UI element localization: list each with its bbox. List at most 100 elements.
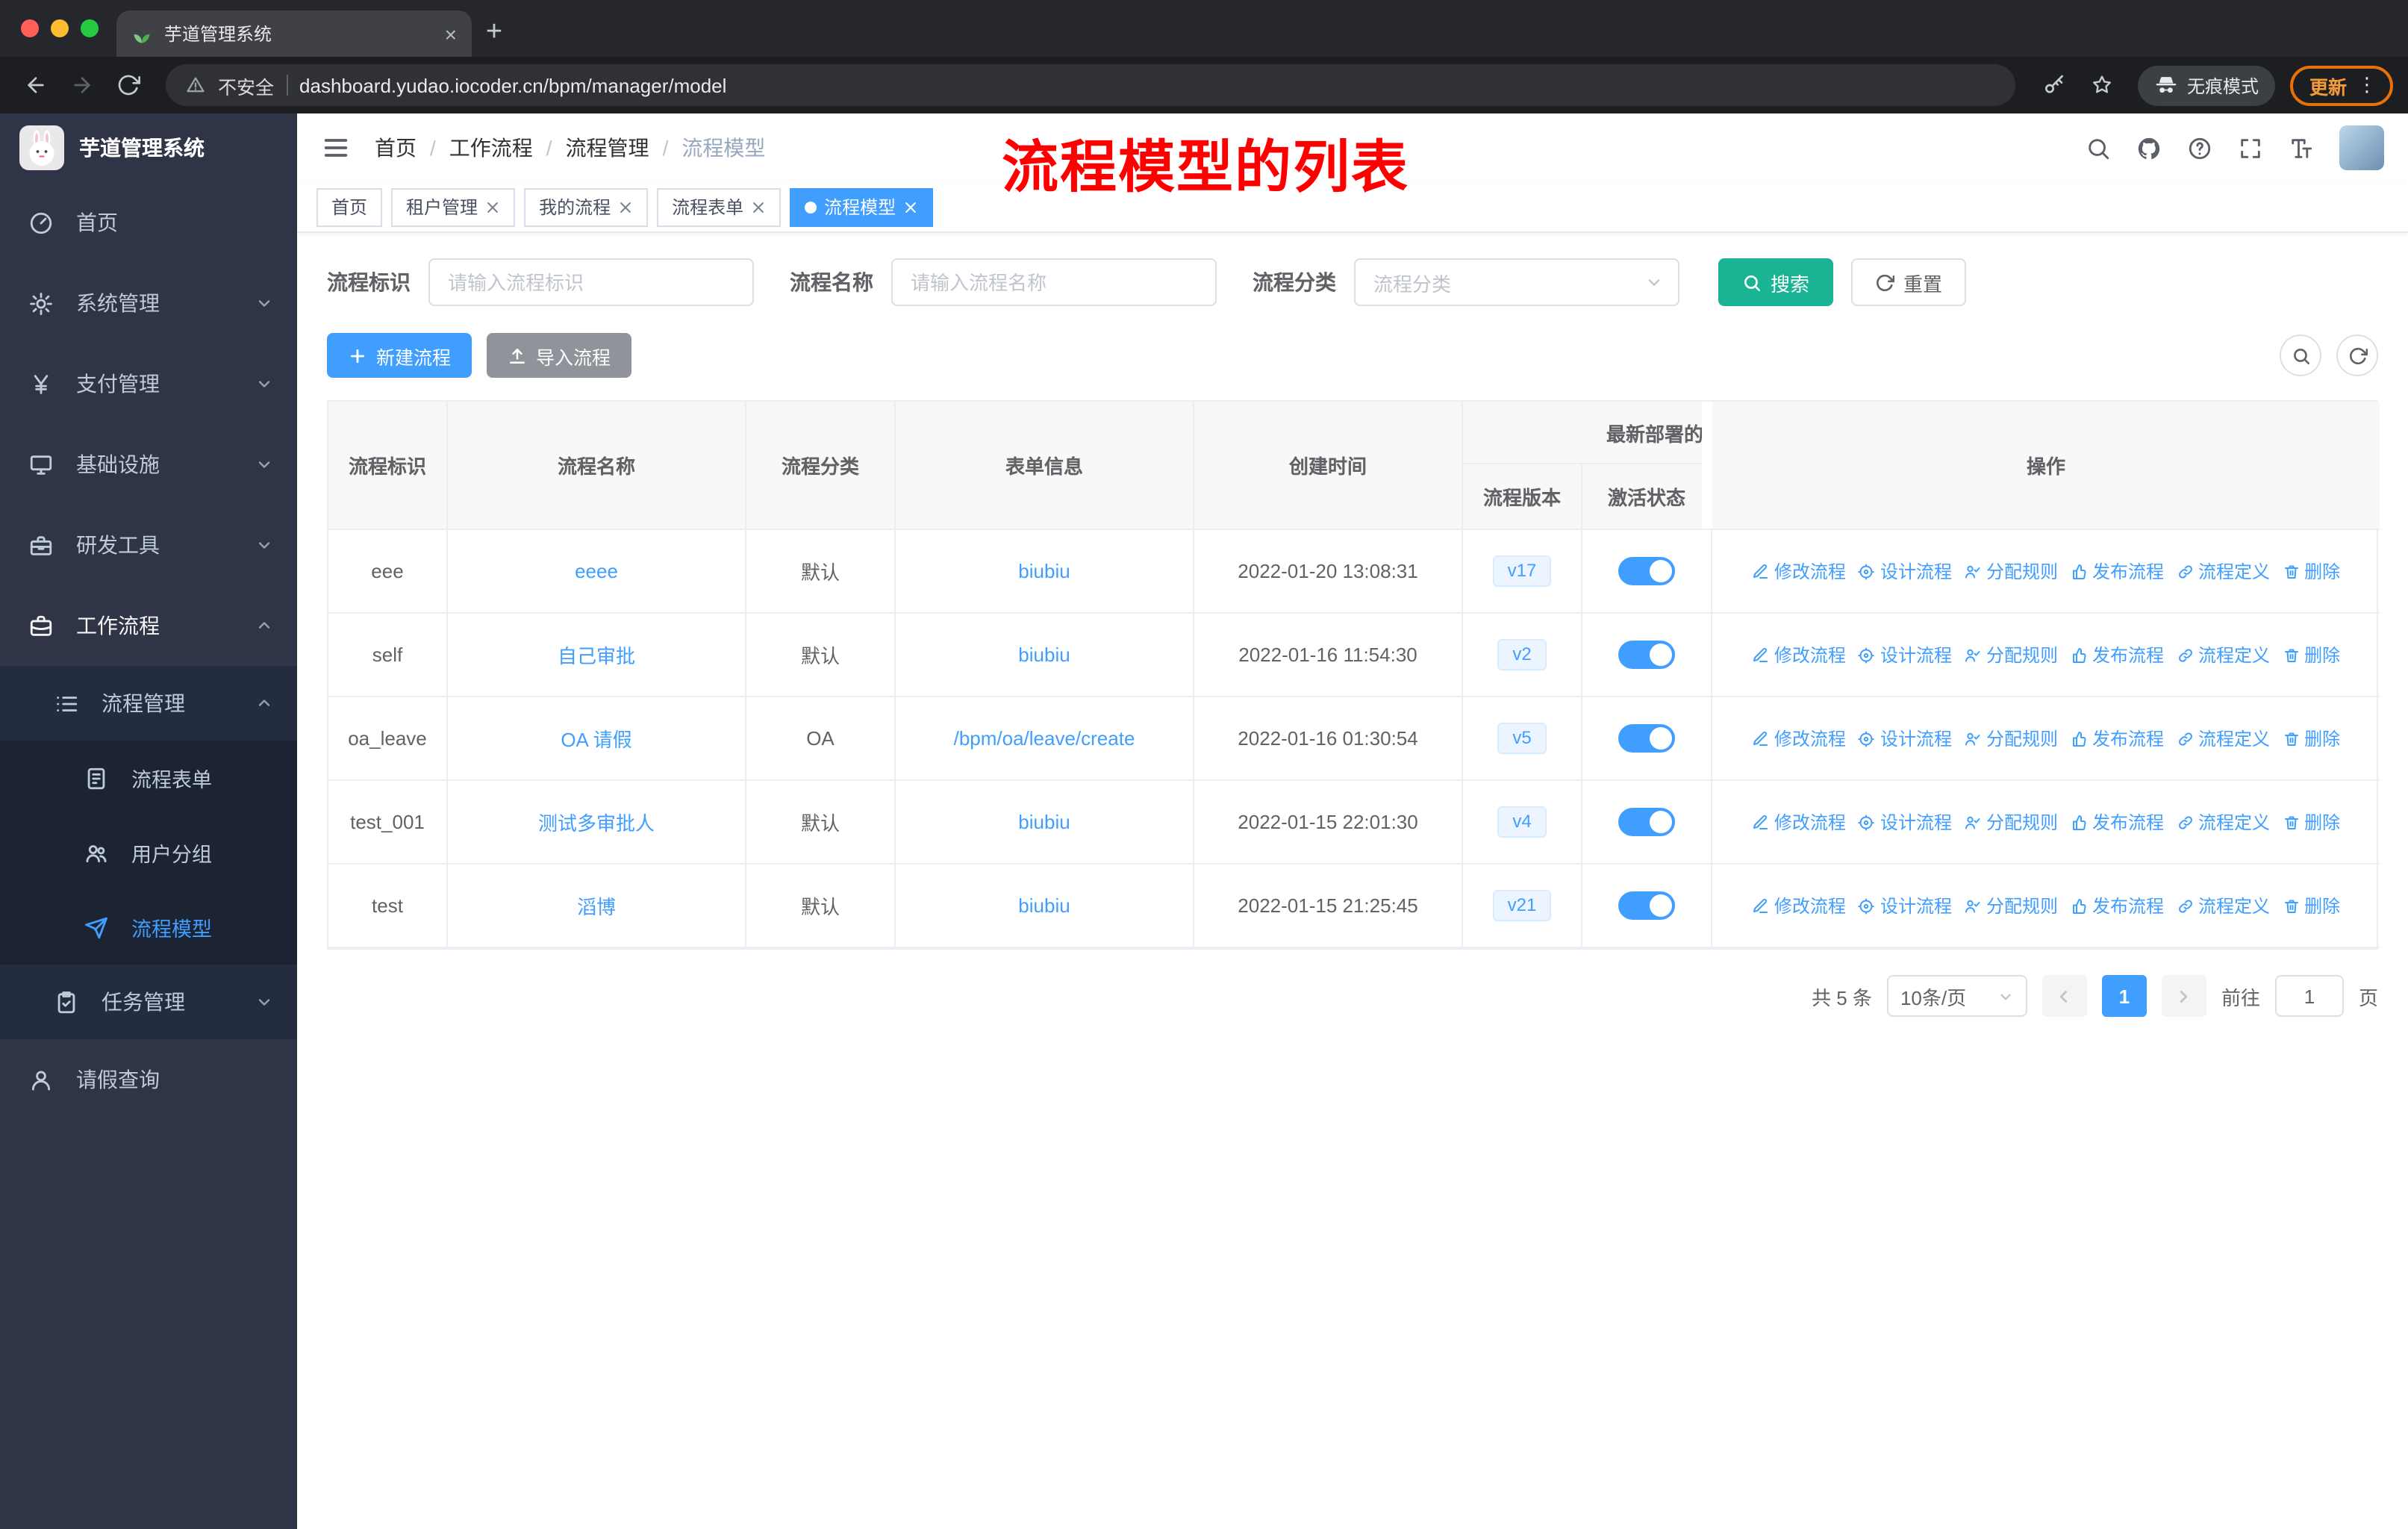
action-publish[interactable]: 发布流程 [2070,809,2164,835]
sidebar-item-workflow[interactable]: 工作流程 [0,585,297,666]
bookmark-star-icon[interactable] [2081,64,2123,106]
sidebar-item-infrastructure[interactable]: 基础设施 [0,424,297,505]
breadcrumb-workflow[interactable]: 工作流程 [449,133,533,163]
help-icon[interactable] [2187,135,2212,161]
tag-my-process[interactable]: 我的流程 [524,187,649,226]
close-icon[interactable] [903,199,918,214]
active-status-toggle[interactable] [1618,808,1675,836]
form-info-link[interactable]: biubiu [1018,894,1070,917]
process-name-link[interactable]: OA 请假 [561,724,631,753]
action-edit[interactable]: 修改流程 [1752,809,1846,835]
action-design[interactable]: 设计流程 [1858,893,1952,918]
search-icon[interactable] [2086,135,2111,161]
next-page-button[interactable] [2161,975,2206,1017]
tag-process-form[interactable]: 流程表单 [657,187,782,226]
tag-process-model[interactable]: 流程模型 [790,187,934,226]
action-assign[interactable]: 分配规则 [1964,558,2058,584]
address-bar[interactable]: 不安全 dashboard.yudao.iocoder.cn/bpm/manag… [166,64,2015,106]
current-page-button[interactable]: 1 [2101,975,2147,1017]
action-define[interactable]: 流程定义 [2176,726,2270,751]
process-name-input[interactable] [891,258,1217,306]
action-assign[interactable]: 分配规则 [1964,809,2058,835]
page-size-select[interactable]: 10条/页 [1886,975,2027,1017]
active-status-toggle[interactable] [1618,641,1675,669]
breadcrumb-process-manage[interactable]: 流程管理 [566,133,649,163]
active-status-toggle[interactable] [1618,557,1675,585]
action-publish[interactable]: 发布流程 [2070,642,2164,667]
sidebar-item-system[interactable]: 系统管理 [0,263,297,343]
reset-button[interactable]: 重置 [1851,258,1967,306]
action-delete[interactable]: 删除 [2282,809,2340,835]
action-define[interactable]: 流程定义 [2176,558,2270,584]
action-edit[interactable]: 修改流程 [1752,726,1846,751]
sidebar-item-leave-query[interactable]: 请假查询 [0,1039,297,1120]
action-delete[interactable]: 删除 [2282,893,2340,918]
sidebar-item-process-form[interactable]: 流程表单 [0,741,297,815]
action-design[interactable]: 设计流程 [1858,726,1952,751]
action-edit[interactable]: 修改流程 [1752,642,1846,667]
new-tab-button[interactable]: + [472,10,517,55]
font-size-icon[interactable] [2289,135,2314,161]
action-publish[interactable]: 发布流程 [2070,558,2164,584]
window-zoom-button[interactable] [81,19,99,37]
close-icon[interactable] [485,199,500,214]
action-assign[interactable]: 分配规则 [1964,893,2058,918]
tag-home[interactable]: 首页 [316,187,383,226]
menu-kebab-icon[interactable]: ⋮ [2357,73,2377,97]
action-publish[interactable]: 发布流程 [2070,726,2164,751]
create-process-button[interactable]: 新建流程 [327,333,472,378]
reload-button[interactable] [107,65,148,105]
action-edit[interactable]: 修改流程 [1752,893,1846,918]
action-define[interactable]: 流程定义 [2176,642,2270,667]
process-name-link[interactable]: 滔博 [577,891,616,920]
active-status-toggle[interactable] [1618,724,1675,753]
window-close-button[interactable] [21,19,39,37]
tag-tenant-manage[interactable]: 租户管理 [391,187,516,226]
action-define[interactable]: 流程定义 [2176,893,2270,918]
password-key-icon[interactable] [2033,64,2075,106]
sidebar-item-payment[interactable]: 支付管理 [0,343,297,424]
forward-button[interactable] [61,65,102,105]
action-delete[interactable]: 删除 [2282,726,2340,751]
action-edit[interactable]: 修改流程 [1752,558,1846,584]
app-logo[interactable]: 芋道管理系统 [0,113,297,182]
search-button[interactable]: 搜索 [1718,258,1834,306]
toggle-search-button[interactable] [2280,334,2321,376]
sidebar-item-process-model[interactable]: 流程模型 [0,890,297,965]
form-info-link[interactable]: biubiu [1018,644,1070,666]
close-icon[interactable] [618,199,633,214]
github-icon[interactable] [2136,135,2162,161]
window-controls[interactable] [21,19,99,37]
action-design[interactable]: 设计流程 [1858,558,1952,584]
import-process-button[interactable]: 导入流程 [487,333,632,378]
sidebar-item-home[interactable]: 首页 [0,182,297,263]
action-delete[interactable]: 删除 [2282,558,2340,584]
process-key-input[interactable] [428,258,754,306]
process-name-link[interactable]: eeee [575,560,618,582]
browser-tab[interactable]: 芋道管理系统 × [116,10,472,57]
sidebar-item-process-manage[interactable]: 流程管理 [0,666,297,741]
user-avatar[interactable] [2339,125,2384,170]
active-status-toggle[interactable] [1618,891,1675,920]
window-minimize-button[interactable] [51,19,69,37]
update-button[interactable]: 更新 ⋮ [2289,65,2393,105]
refresh-table-button[interactable] [2336,334,2378,376]
process-name-link[interactable]: 测试多审批人 [538,808,655,836]
action-define[interactable]: 流程定义 [2176,809,2270,835]
action-delete[interactable]: 删除 [2282,642,2340,667]
close-icon[interactable] [751,199,766,214]
action-design[interactable]: 设计流程 [1858,642,1952,667]
goto-page-input[interactable] [2274,975,2344,1017]
sidebar-toggle-icon[interactable] [321,133,351,163]
sidebar-item-user-group[interactable]: 用户分组 [0,815,297,890]
breadcrumb-home[interactable]: 首页 [375,133,417,163]
process-name-link[interactable]: 自己审批 [558,641,635,669]
form-info-link[interactable]: /bpm/oa/leave/create [954,727,1135,750]
action-design[interactable]: 设计流程 [1858,809,1952,835]
prev-page-button[interactable] [2042,975,2087,1017]
sidebar-item-devtools[interactable]: 研发工具 [0,505,297,585]
tab-close-icon[interactable]: × [445,23,457,44]
form-info-link[interactable]: biubiu [1018,811,1070,833]
action-assign[interactable]: 分配规则 [1964,726,2058,751]
back-button[interactable] [15,65,55,105]
